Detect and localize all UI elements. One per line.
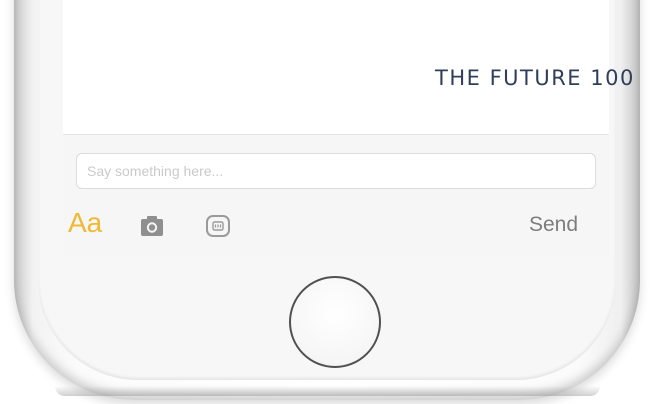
sticker-icon-graphic: [206, 215, 230, 237]
sticker-icon[interactable]: [205, 214, 231, 238]
camera-icon[interactable]: [140, 215, 164, 237]
camera-icon-graphic: [141, 216, 163, 236]
phone-screen: THE FUTURE 100 Aa Send: [63, 0, 633, 256]
message-input[interactable]: [76, 153, 596, 189]
home-button[interactable]: [289, 276, 381, 368]
banner-text: THE FUTURE 100: [435, 66, 635, 90]
format-text-button[interactable]: Aa: [68, 207, 102, 239]
send-button[interactable]: Send: [529, 213, 578, 237]
phone-bottom-edge: [55, 386, 600, 396]
phone-mockup: THE FUTURE 100 Aa Send: [0, 0, 651, 404]
message-content-area: THE FUTURE 100: [63, 0, 633, 135]
